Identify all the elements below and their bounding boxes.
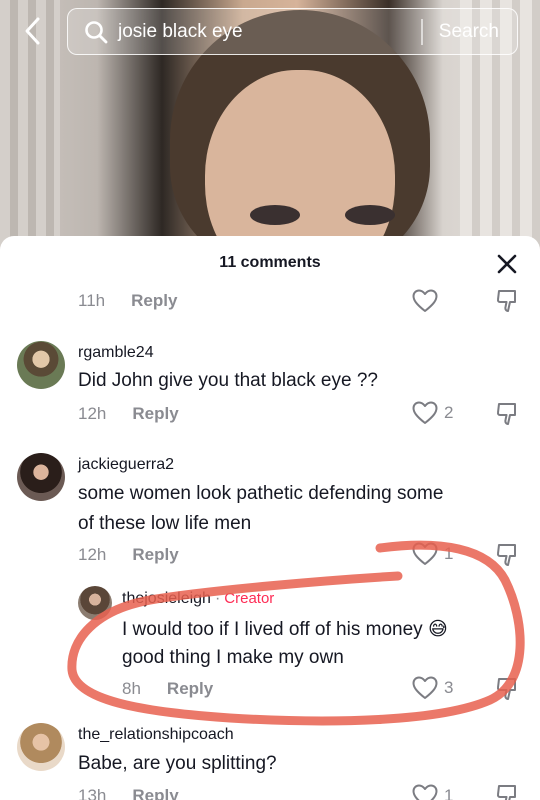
reply-username-row: thejosieleigh · Creator (122, 590, 274, 608)
heart-icon (412, 784, 438, 800)
dislike-button[interactable] (495, 542, 521, 568)
comments-count-title: 11 comments (219, 254, 321, 271)
comment-meta-row: 13h Reply (78, 786, 179, 800)
comment-meta-row: 8h Reply (122, 679, 213, 699)
like-count: 3 (444, 678, 454, 697)
comment-username[interactable]: rgamble24 (78, 344, 154, 362)
comment-username[interactable]: thejosieleigh (122, 590, 211, 607)
close-button[interactable] (496, 253, 518, 275)
comment-time: 12h (78, 404, 107, 423)
search-bar[interactable]: josie black eye Search (67, 8, 518, 55)
like-button[interactable]: 1 (412, 784, 453, 800)
reply-button[interactable]: Reply (167, 679, 213, 699)
video-subject-eye-left (250, 205, 300, 225)
reply-text: I would too if I lived off of his money (122, 619, 423, 640)
like-button[interactable] (412, 289, 438, 313)
avatar[interactable] (78, 586, 112, 620)
reply-button[interactable]: Reply (132, 545, 178, 565)
separator-dot: · (214, 590, 221, 607)
comment-meta-row: 12h Reply (78, 545, 179, 565)
comment-meta-row: 11h Reply (78, 291, 177, 311)
reply-button[interactable]: Reply (131, 291, 177, 311)
reply-button[interactable]: Reply (132, 786, 178, 800)
comment-username[interactable]: jackieguerra2 (78, 456, 174, 474)
chevron-left-icon (25, 17, 40, 45)
dislike-button[interactable] (495, 676, 521, 702)
dislike-button[interactable] (495, 401, 521, 427)
heart-icon (412, 401, 438, 424)
comment-text-line-2: of these low life men (78, 513, 252, 534)
creator-badge: Creator (224, 590, 275, 607)
avatar[interactable] (17, 723, 65, 771)
comment-time: 12h (78, 545, 107, 564)
thumbs-down-icon (496, 290, 516, 312)
search-input[interactable]: josie black eye (118, 21, 421, 43)
comment-username[interactable]: the_relationshipcoach (78, 726, 234, 744)
like-count: 1 (444, 786, 454, 800)
dislike-button[interactable] (495, 288, 521, 314)
like-button[interactable]: 1 (412, 542, 453, 566)
thumbs-down-icon (496, 678, 516, 700)
comment-meta-row: 12h Reply (78, 404, 179, 424)
back-button[interactable] (18, 16, 48, 46)
search-button[interactable]: Search (423, 21, 517, 43)
close-icon (497, 254, 517, 274)
search-icon (84, 19, 110, 45)
comment-time: 11h (78, 291, 106, 310)
like-count: 1 (444, 544, 454, 563)
thumbs-down-icon (496, 785, 516, 800)
like-button[interactable]: 2 (412, 401, 453, 425)
heart-icon (412, 289, 438, 312)
avatar[interactable] (17, 341, 65, 389)
comment-time: 8h (122, 679, 141, 698)
reply-text-line-2: good thing I make my own (122, 647, 344, 668)
thumbs-down-icon (496, 403, 516, 425)
like-count: 2 (444, 403, 454, 422)
like-button[interactable]: 3 (412, 676, 453, 700)
heart-icon (412, 676, 438, 699)
sweat-smile-emoji: 😅 (427, 619, 448, 640)
heart-icon (412, 542, 438, 565)
reply-text-line-1: I would too if I lived off of his money … (122, 615, 448, 645)
comment-time: 13h (78, 786, 107, 800)
video-subject-eye-right (345, 205, 395, 225)
avatar[interactable] (17, 453, 65, 501)
comment-text-line-1: some women look pathetic defending some (78, 483, 444, 504)
comment-text: Did John give you that black eye ?? (78, 370, 378, 391)
thumbs-down-icon (496, 544, 516, 566)
dislike-button[interactable] (495, 783, 521, 800)
comment-text: Babe, are you splitting? (78, 753, 277, 774)
reply-button[interactable]: Reply (132, 404, 178, 424)
